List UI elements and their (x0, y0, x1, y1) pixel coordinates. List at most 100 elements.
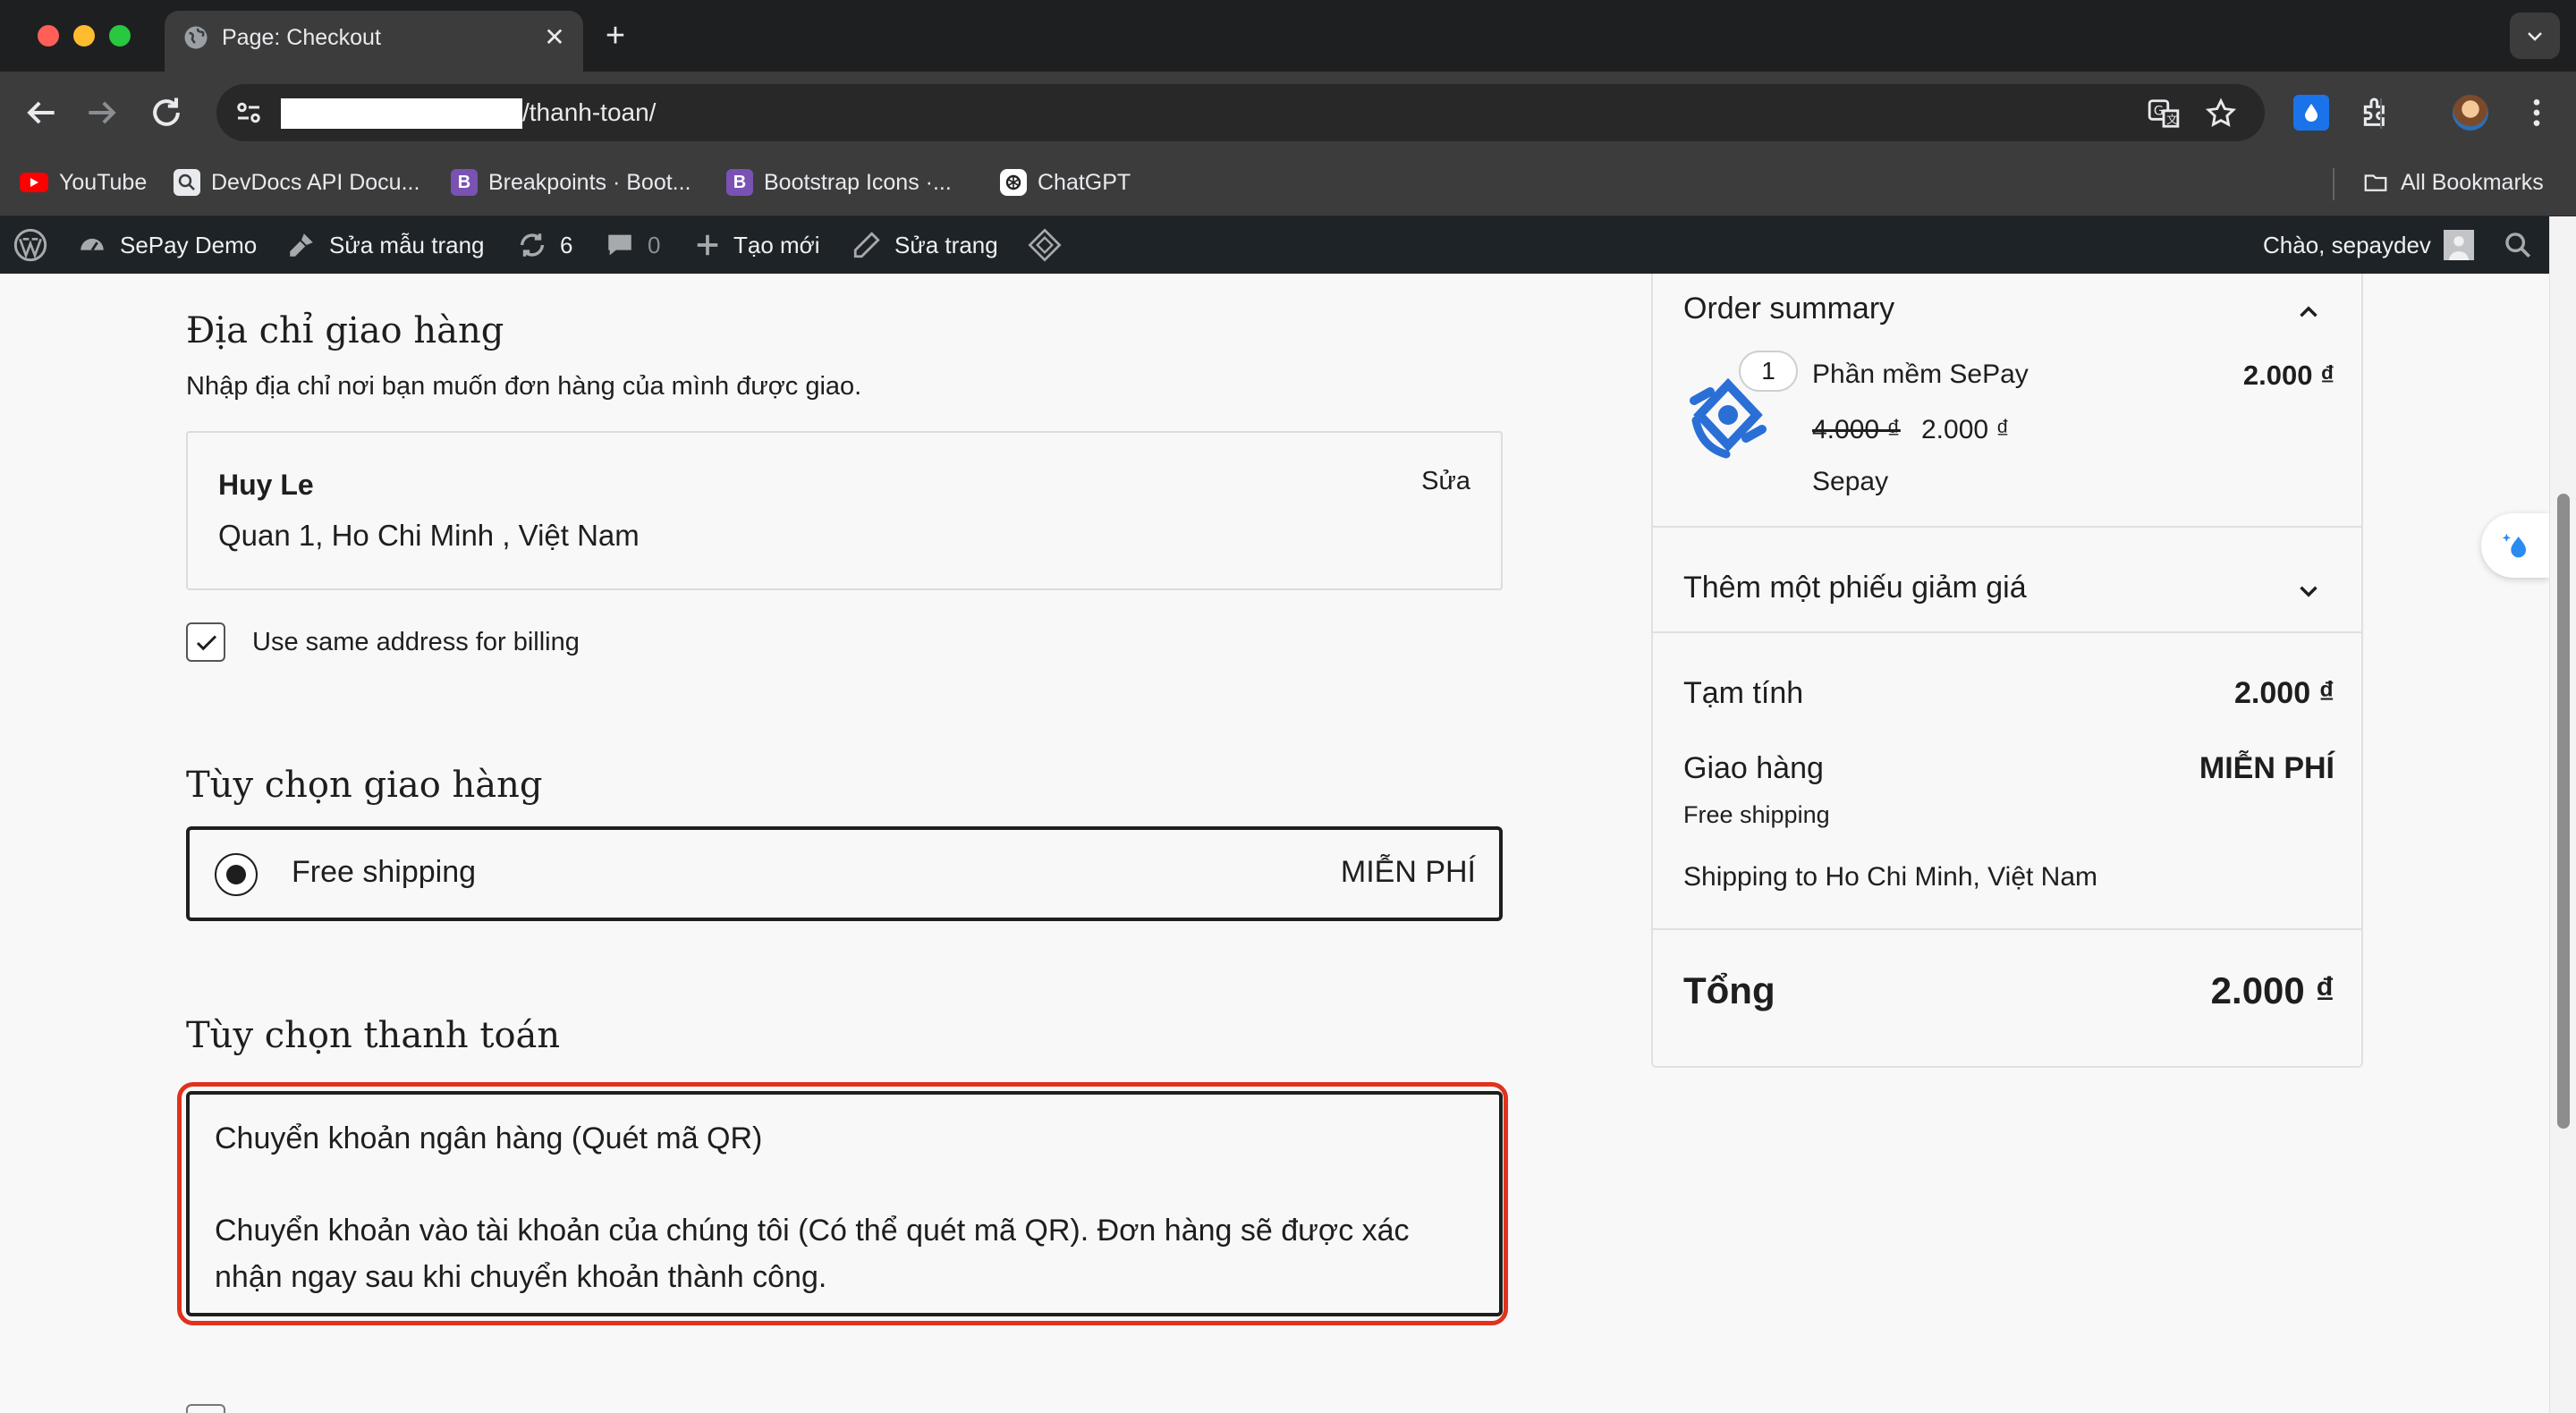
bookmark-youtube[interactable]: YouTube (20, 165, 147, 200)
url-path: /thanh-toan/ (522, 98, 657, 126)
bookmark-bootstrap-icons[interactable]: B Bootstrap Icons ·... (726, 165, 952, 200)
new-tab-button[interactable]: + (597, 18, 633, 54)
tab-title: Page: Checkout (222, 25, 381, 50)
shipping-method: Free shipping (1683, 801, 1830, 828)
address-bar[interactable]: /thanh-toan/ G 文 (216, 84, 2265, 141)
browser-toolbar: /thanh-toan/ G 文 (0, 72, 2576, 154)
wp-edit-page[interactable]: Sửa trang (852, 216, 998, 274)
browser-tab-active[interactable]: Page: Checkout ✕ (165, 11, 583, 72)
user-avatar-icon (2443, 230, 2474, 260)
wp-my-account[interactable]: Chào, sepaydev (2263, 216, 2474, 274)
forward-arrow-icon[interactable] (82, 93, 122, 132)
extension-water-icon[interactable] (2293, 95, 2329, 131)
subtotal-value: 2.000 ₫ (2234, 676, 2334, 710)
wp-new-content[interactable]: Tạo mới (694, 216, 820, 274)
wp-comments[interactable]: 0 (605, 216, 660, 274)
wordpress-logo-icon (13, 228, 47, 262)
bookmarks-divider (2333, 168, 2334, 200)
pencil-icon (853, 232, 880, 258)
next-checkbox-partial[interactable] (186, 1404, 225, 1413)
payment-method-bank-transfer[interactable]: Chuyển khoản ngân hàng (Quét mã QR) Chuy… (186, 1091, 1503, 1316)
bootstrap-icon: B (451, 169, 478, 196)
more-menu-icon[interactable] (2519, 95, 2555, 131)
wp-site-name[interactable]: SePay Demo (77, 216, 257, 274)
floating-assistant-button[interactable] (2481, 513, 2549, 578)
edit-address-link[interactable]: Sửa (1421, 467, 1470, 496)
comments-count: 0 (648, 231, 661, 258)
quantity-badge: 1 (1739, 351, 1798, 392)
diamond-plugin-icon (1028, 228, 1062, 262)
window-minimize-button[interactable] (73, 25, 95, 47)
youtube-icon (20, 173, 48, 192)
payment-method-title: Chuyển khoản ngân hàng (Quét mã QR) (215, 1121, 763, 1155)
bookmark-chatgpt[interactable]: ChatGPT (1000, 165, 1131, 200)
greeting-label: Chào, sepaydev (2263, 231, 2431, 258)
site-settings-icon[interactable] (233, 97, 265, 129)
address-card: Huy Le Quan 1, Ho Chi Minh , Việt Nam Sử… (186, 431, 1503, 590)
all-bookmarks-button[interactable]: All Bookmarks (2361, 165, 2544, 200)
translate-icon[interactable]: G 文 (2147, 97, 2181, 131)
extensions-puzzle-icon[interactable] (2358, 95, 2394, 131)
tab-search-button[interactable] (2510, 13, 2560, 59)
bookmark-label: YouTube (59, 169, 148, 195)
subtotal-label: Tạm tính (1683, 676, 1804, 710)
scrollbar-thumb[interactable] (2557, 494, 2570, 1129)
wp-edit-template[interactable]: Sửa mẫu trang (286, 216, 485, 274)
radio-selected-dot (226, 865, 246, 884)
checkout-page: Địa chỉ giao hàng Nhập địa chỉ nơi bạn m… (0, 274, 2549, 1413)
shipping-destination: Shipping to Ho Chi Minh, Việt Nam (1683, 862, 2098, 892)
window-zoom-button[interactable] (109, 25, 131, 47)
wp-logo-menu[interactable] (13, 216, 48, 274)
window-close-button[interactable] (38, 25, 59, 47)
brush-icon (290, 233, 313, 257)
page-scrollbar[interactable] (2549, 216, 2576, 1413)
shipping-option-free[interactable]: Free shipping MIỄN PHÍ (186, 826, 1503, 921)
same-billing-label[interactable]: Use same address for billing (252, 624, 580, 660)
bookmark-label: Breakpoints · Boot... (488, 169, 691, 195)
wp-plugin-diamond[interactable] (1027, 216, 1063, 274)
shipping-radio[interactable] (215, 853, 258, 896)
devdocs-icon (174, 169, 200, 196)
bookmark-devdocs[interactable]: DevDocs API Docu... (174, 165, 419, 200)
bookmarks-bar: YouTube DevDocs API Docu... B Breakpoint… (0, 154, 2576, 216)
shipping-option-label: Free shipping (292, 855, 477, 889)
bookmark-star-icon[interactable] (2204, 97, 2238, 131)
total-value: 2.000 ₫ (2210, 969, 2334, 1011)
shipping-address-description: Nhập địa chỉ nơi bạn muốn đơn hàng của m… (186, 372, 862, 401)
summary-divider (1653, 631, 2361, 633)
search-icon[interactable] (2503, 230, 2533, 260)
product-line-total: 2.000 ₫ (2242, 360, 2334, 391)
profile-avatar[interactable] (2453, 95, 2488, 131)
chevron-up-icon[interactable] (2293, 297, 2324, 327)
edit-template-label: Sửa mẫu trang (329, 231, 485, 258)
product-brand: Sepay (1812, 467, 1889, 496)
payment-method-description: Chuyển khoản vào tài khoản của chúng tôi… (215, 1214, 1410, 1294)
add-coupon-toggle[interactable]: Thêm một phiếu giảm giá (1683, 571, 2027, 605)
wp-updates[interactable]: 6 (517, 216, 572, 274)
payment-options-heading: Tùy chọn thanh toán (186, 1015, 561, 1056)
reload-icon[interactable] (147, 93, 186, 132)
same-billing-checkbox[interactable] (186, 622, 225, 662)
browser-tab-strip: Page: Checkout ✕ + (0, 0, 2576, 72)
bookmark-label: DevDocs API Docu... (211, 169, 420, 195)
wp-admin-bar: SePay Demo Sửa mẫu trang 6 0 Tạo mới Sửa… (0, 216, 2549, 274)
checkmark-icon (196, 635, 217, 651)
svg-text:G: G (2154, 105, 2164, 119)
comment-icon (608, 234, 631, 256)
bookmark-label: ChatGPT (1038, 169, 1131, 195)
product-regular-price: 4.000 ₫ (1812, 415, 1901, 444)
chevron-down-icon[interactable] (2293, 576, 2324, 606)
order-summary-panel: Order summary 1 Phần mềm SePay 2.000 ₫ 4… (1651, 274, 2363, 1068)
folder-icon (2364, 174, 2387, 191)
drop-icon (2305, 104, 2318, 122)
chatgpt-icon (1000, 169, 1027, 196)
tab-close-icon[interactable]: ✕ (538, 21, 571, 54)
globe-icon (184, 26, 208, 49)
bookmark-breakpoints[interactable]: B Breakpoints · Boot... (451, 165, 691, 200)
shipping-address-heading: Địa chỉ giao hàng (186, 310, 504, 351)
address-name: Huy Le (218, 469, 314, 501)
dashboard-gauge-icon (80, 238, 104, 251)
back-arrow-icon[interactable] (21, 93, 61, 132)
product-sale-price: 2.000 ₫ (1921, 415, 2010, 444)
chevron-down-icon (2528, 32, 2542, 41)
